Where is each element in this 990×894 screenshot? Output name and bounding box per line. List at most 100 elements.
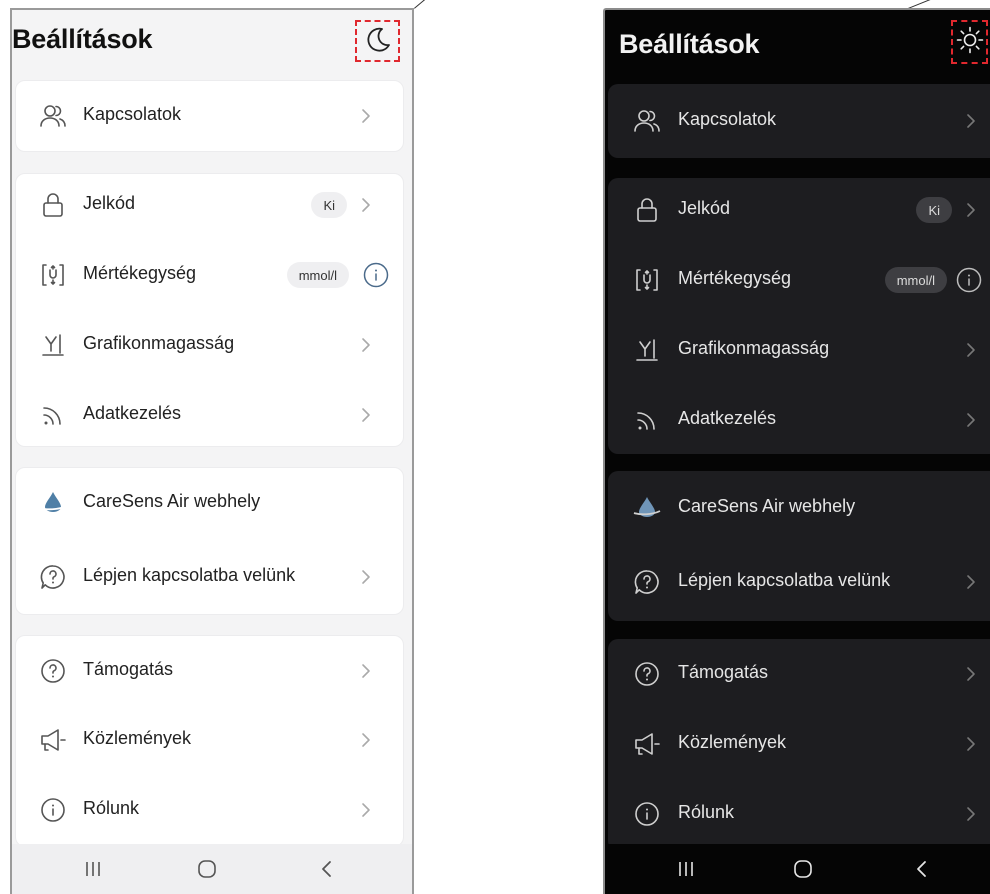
settings-card: Kapcsolatok	[608, 84, 990, 158]
megaphone-icon	[632, 729, 662, 759]
chevron-right-icon	[359, 405, 373, 425]
chevron-right-icon	[964, 340, 978, 360]
settings-row-label: Közlemények	[678, 732, 787, 752]
settings-row[interactable]: Mértékegység mmol/l	[16, 240, 403, 310]
theme-toggle-button[interactable]	[355, 20, 400, 62]
megaphone-icon	[38, 725, 68, 755]
help-circle-icon	[38, 656, 68, 686]
data-feed-icon	[38, 400, 68, 430]
settings-row-label: Jelkód	[83, 193, 136, 213]
settings-row[interactable]: CareSens Air webhely	[608, 473, 990, 543]
settings-card: Jelkód Ki Mértékegység mmol/l Grafikonmagass…	[15, 173, 404, 447]
chevron-right-icon	[359, 730, 373, 750]
chevron-right-icon	[964, 572, 978, 592]
chevron-right-icon	[964, 734, 978, 754]
settings-row-label: Mértékegység	[83, 263, 197, 283]
info-circle-icon	[632, 799, 662, 829]
settings-screen-light: Beállítások Kapcsolatok Jelkód Ki Mértékegys…	[10, 8, 414, 894]
settings-row-label: Lépjen kapcsolatba velünk	[83, 565, 296, 585]
home-icon[interactable]	[194, 856, 220, 882]
info-icon[interactable]	[363, 262, 389, 288]
settings-row-label: Kapcsolatok	[83, 104, 182, 124]
settings-card: Jelkód Ki Mértékegység mmol/l Grafikonmagass…	[608, 178, 990, 454]
settings-row-label: Rólunk	[83, 798, 140, 818]
back-icon[interactable]	[909, 856, 935, 882]
chevron-right-icon	[964, 804, 978, 824]
settings-row-label: Kapcsolatok	[678, 109, 777, 129]
lock-icon	[38, 190, 68, 220]
header: Beállítások	[605, 10, 990, 70]
status-badge: Ki	[311, 192, 347, 218]
chevron-right-icon	[359, 661, 373, 681]
back-icon[interactable]	[314, 856, 340, 882]
system-navigation-bar	[605, 844, 990, 894]
settings-card: Támogatás Közlemények Rólunk	[15, 635, 404, 847]
settings-row-label: Lépjen kapcsolatba velünk	[678, 570, 891, 590]
unit-swap-icon	[38, 260, 68, 290]
settings-row[interactable]: Lépjen kapcsolatba velünk	[608, 547, 990, 617]
settings-row[interactable]: Jelkód Ki	[16, 170, 403, 240]
data-feed-icon	[632, 405, 662, 435]
unit-swap-icon	[632, 265, 662, 295]
status-badge: Ki	[916, 197, 952, 223]
sun-icon	[955, 25, 985, 60]
settings-row[interactable]: Mértékegység mmol/l	[608, 245, 990, 315]
help-circle-icon	[632, 659, 662, 689]
settings-row[interactable]: Támogatás	[16, 636, 403, 706]
settings-row-label: Grafikonmagasság	[678, 338, 830, 358]
chat-question-icon	[38, 562, 68, 592]
theme-toggle-button[interactable]	[951, 20, 988, 64]
chevron-right-icon	[359, 567, 373, 587]
settings-row[interactable]: CareSens Air webhely	[16, 468, 403, 538]
caresens-drop-icon	[38, 488, 68, 518]
chevron-right-icon	[359, 800, 373, 820]
settings-card: CareSens Air webhely Lépjen kapcsolatba v…	[15, 467, 404, 615]
settings-row[interactable]: Rólunk	[16, 775, 403, 845]
settings-row[interactable]: Grafikonmagasság	[16, 310, 403, 380]
contacts-icon	[38, 101, 68, 131]
lock-icon	[632, 195, 662, 225]
settings-row-label: CareSens Air webhely	[83, 491, 261, 511]
settings-row[interactable]: Lépjen kapcsolatba velünk	[16, 542, 403, 612]
settings-row[interactable]: Adatkezelés	[16, 380, 403, 450]
settings-row[interactable]: Kapcsolatok	[608, 86, 990, 156]
chevron-right-icon	[964, 410, 978, 430]
recent-apps-icon[interactable]	[673, 856, 699, 882]
settings-row[interactable]: Grafikonmagasság	[608, 315, 990, 385]
system-navigation-bar	[12, 844, 412, 894]
settings-card: Támogatás Közlemények Rólunk	[608, 639, 990, 851]
chevron-right-icon	[359, 195, 373, 215]
chat-question-icon	[632, 567, 662, 597]
settings-row[interactable]: Támogatás	[608, 639, 990, 709]
settings-card: CareSens Air webhely Lépjen kapcsolatba v…	[608, 471, 990, 621]
home-icon[interactable]	[790, 856, 816, 882]
callout-pointer-line	[414, 0, 427, 9]
settings-screen-dark: Beállítások Kapcsolatok Jelkód Ki Mértékegys…	[603, 8, 990, 894]
graph-height-icon	[632, 335, 662, 365]
settings-row[interactable]: Rólunk	[608, 779, 990, 849]
settings-row-label: Mértékegység	[678, 268, 792, 288]
settings-row-label: Jelkód	[678, 198, 731, 218]
settings-row[interactable]: Közlemények	[16, 705, 403, 775]
settings-row-label: Rólunk	[678, 802, 735, 822]
settings-row[interactable]: Adatkezelés	[608, 385, 990, 455]
settings-row[interactable]: Közlemények	[608, 709, 990, 779]
settings-row[interactable]: Kapcsolatok	[16, 81, 403, 151]
settings-row-label: CareSens Air webhely	[678, 496, 856, 516]
chevron-right-icon	[964, 664, 978, 684]
chevron-right-icon	[964, 111, 978, 131]
unit-badge: mmol/l	[286, 262, 349, 288]
info-circle-icon	[38, 795, 68, 825]
unit-badge: mmol/l	[884, 267, 947, 293]
chevron-right-icon	[359, 335, 373, 355]
recent-apps-icon[interactable]	[80, 856, 106, 882]
settings-row[interactable]: Jelkód Ki	[608, 175, 990, 245]
page-title: Beállítások	[12, 24, 153, 54]
page-title: Beállítások	[619, 29, 760, 59]
settings-row-label: Adatkezelés	[83, 403, 182, 423]
header: Beállítások	[12, 10, 412, 70]
chevron-right-icon	[359, 106, 373, 126]
moon-icon	[363, 24, 393, 59]
settings-row-label: Grafikonmagasság	[83, 333, 235, 353]
info-icon[interactable]	[956, 267, 982, 293]
